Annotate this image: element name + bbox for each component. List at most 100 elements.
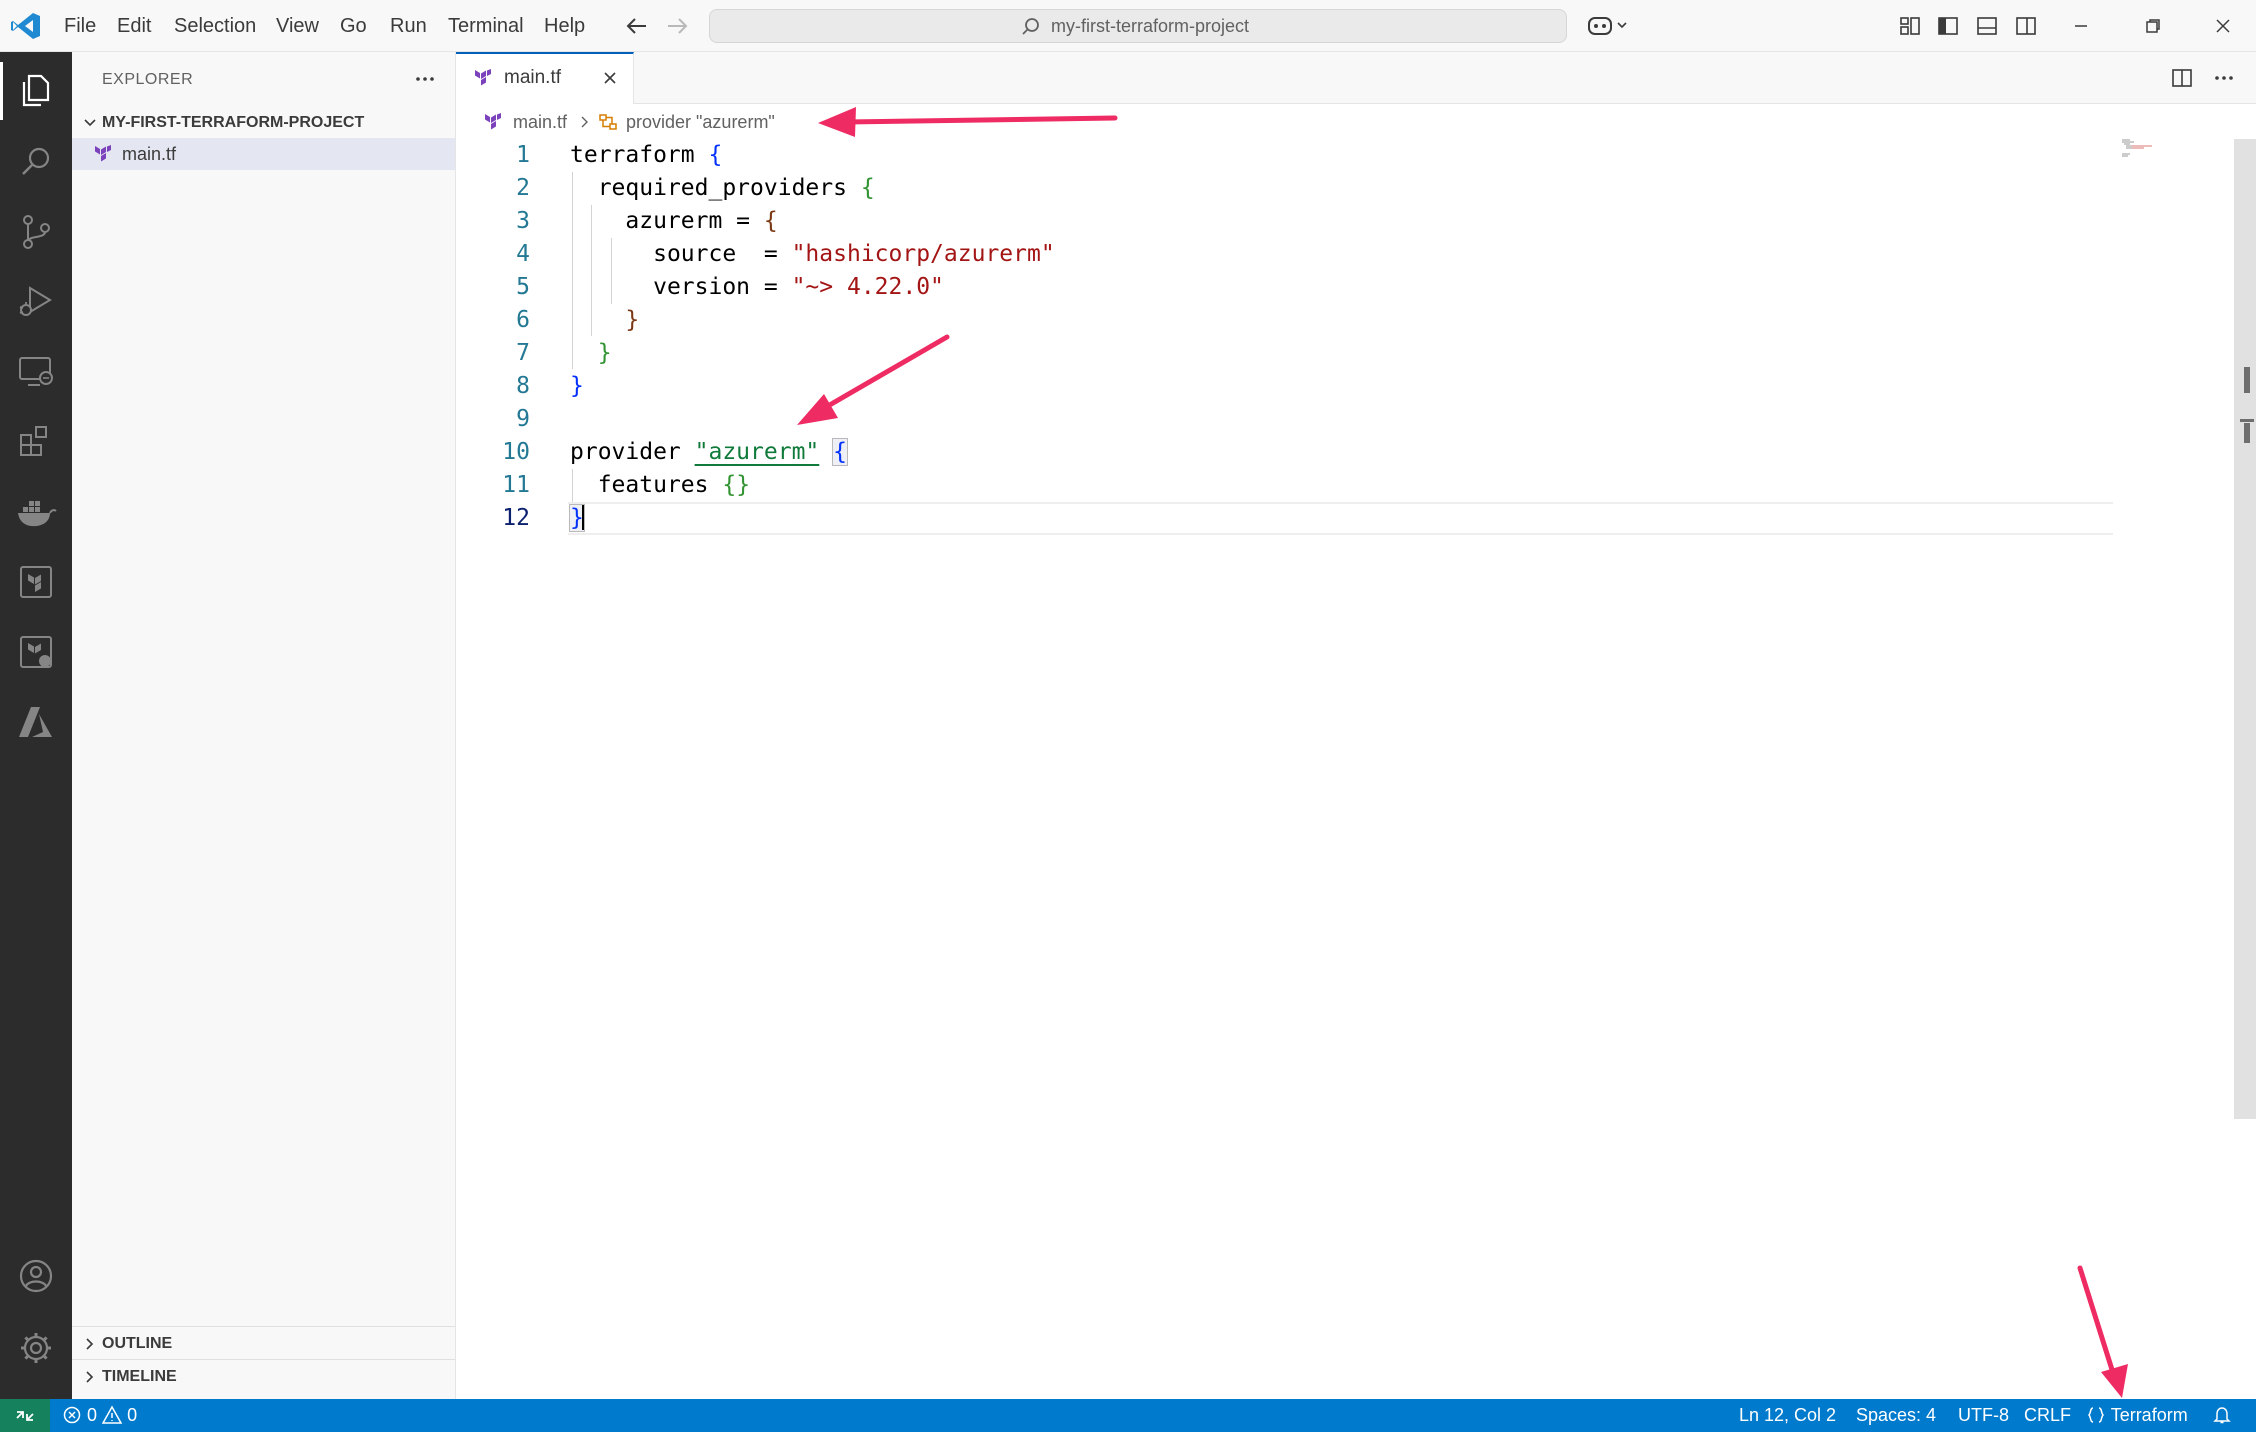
symbol-structure-icon bbox=[598, 112, 618, 132]
search-icon[interactable] bbox=[12, 138, 60, 186]
menu-terminal[interactable]: Terminal bbox=[448, 0, 524, 52]
explorer-sidebar: EXPLORER MY-FIRST-TERRAFORM-PROJECT main… bbox=[72, 52, 456, 1399]
terraform-cloud-icon[interactable] bbox=[12, 628, 60, 676]
encoding[interactable]: UTF-8 bbox=[1958, 1399, 2009, 1432]
run-debug-icon[interactable] bbox=[12, 278, 60, 326]
editor-tabs: main.tf bbox=[456, 52, 2256, 104]
azure-icon[interactable] bbox=[12, 698, 60, 746]
code-line: 4 source = "hashicorp/azurerm" bbox=[456, 238, 2116, 271]
toggle-primary-sidebar-icon[interactable] bbox=[1936, 14, 1960, 38]
close-icon[interactable] bbox=[600, 68, 620, 88]
code-line: 11 features {} bbox=[456, 469, 2116, 502]
tab-label: main.tf bbox=[504, 67, 562, 88]
line-number: 4 bbox=[516, 241, 530, 267]
chevron-down-icon bbox=[80, 113, 100, 133]
menu-view[interactable]: View bbox=[276, 0, 319, 52]
line-number: 2 bbox=[516, 175, 530, 201]
line-number: 7 bbox=[516, 340, 530, 366]
code-line: 1 terraform { bbox=[456, 139, 2116, 172]
text-cursor bbox=[581, 504, 584, 530]
timeline-section[interactable]: TIMELINE bbox=[72, 1359, 455, 1393]
chevron-right-icon bbox=[80, 1367, 100, 1387]
menu-help[interactable]: Help bbox=[544, 0, 585, 52]
line-number: 3 bbox=[516, 208, 530, 234]
minimap[interactable] bbox=[2120, 138, 2160, 160]
line-number: 1 bbox=[516, 142, 530, 168]
terraform-icon[interactable] bbox=[12, 558, 60, 606]
token-attribute: version bbox=[653, 274, 751, 300]
title-bar: File Edit Selection View Go Run Terminal… bbox=[0, 0, 2256, 52]
line-number: 8 bbox=[516, 373, 530, 399]
end-of-line[interactable]: CRLF bbox=[2024, 1399, 2071, 1432]
search-icon bbox=[1021, 17, 1041, 37]
language-mode[interactable]: Terraform bbox=[2086, 1399, 2188, 1432]
timeline-label: TIMELINE bbox=[102, 1368, 177, 1385]
docker-icon[interactable] bbox=[12, 488, 60, 536]
remote-indicator[interactable] bbox=[0, 1399, 50, 1432]
terraform-file-icon bbox=[94, 145, 112, 163]
menu-go[interactable]: Go bbox=[340, 0, 367, 52]
explorer-title: EXPLORER bbox=[102, 71, 194, 88]
back-arrow-icon[interactable] bbox=[622, 12, 652, 40]
folder-header[interactable]: MY-FIRST-TERRAFORM-PROJECT bbox=[72, 108, 455, 138]
token-string: "~> 4.22.0" bbox=[791, 274, 944, 300]
close-window-icon[interactable] bbox=[2210, 13, 2236, 39]
remote-explorer-icon[interactable] bbox=[12, 348, 60, 396]
toggle-panel-icon[interactable] bbox=[1975, 14, 1999, 38]
menu-file[interactable]: File bbox=[64, 0, 96, 52]
breadcrumb-file[interactable]: main.tf bbox=[513, 105, 567, 139]
code-line: 2 required_providers { bbox=[456, 172, 2116, 205]
file-label: main.tf bbox=[122, 144, 177, 164]
code-line: 12 } bbox=[456, 502, 2116, 535]
line-number: 9 bbox=[516, 406, 530, 432]
terraform-file-icon bbox=[484, 113, 502, 131]
file-item-main-tf[interactable]: main.tf bbox=[72, 138, 455, 170]
copilot-icon[interactable] bbox=[1586, 12, 1630, 40]
source-control-icon[interactable] bbox=[12, 208, 60, 256]
extensions-icon[interactable] bbox=[12, 418, 60, 466]
code-editor[interactable]: 1 terraform { 2 required_providers { 3 a… bbox=[456, 139, 2236, 1397]
line-number: 10 bbox=[502, 439, 530, 465]
outline-label: OUTLINE bbox=[102, 1335, 173, 1352]
cursor-position[interactable]: Ln 12, Col 2 bbox=[1739, 1399, 1836, 1432]
vertical-scrollbar[interactable] bbox=[2234, 139, 2256, 1119]
minimize-icon[interactable] bbox=[2068, 13, 2094, 39]
code-line: 5 version = "~> 4.22.0" bbox=[456, 271, 2116, 304]
more-actions-icon[interactable] bbox=[410, 64, 440, 94]
line-number: 12 bbox=[502, 505, 530, 531]
code-line: 8 } bbox=[456, 370, 2116, 403]
restore-icon[interactable] bbox=[2140, 13, 2166, 39]
token-string: "hashicorp/azurerm" bbox=[791, 241, 1055, 267]
menu-edit[interactable]: Edit bbox=[117, 0, 151, 52]
menu-selection[interactable]: Selection bbox=[174, 0, 256, 52]
language-label: Terraform bbox=[2110, 1405, 2188, 1425]
manage-gear-icon[interactable] bbox=[12, 1324, 60, 1372]
status-bar: 0 0 Ln 12, Col 2 Spaces: 4 UTF-8 CRLF Te… bbox=[0, 1399, 2256, 1432]
folder-label: MY-FIRST-TERRAFORM-PROJECT bbox=[102, 114, 365, 131]
accounts-icon[interactable] bbox=[12, 1252, 60, 1300]
indentation[interactable]: Spaces: 4 bbox=[1856, 1399, 1936, 1432]
more-actions-icon[interactable] bbox=[2212, 66, 2236, 90]
toggle-secondary-sidebar-icon[interactable] bbox=[2014, 14, 2038, 38]
breadcrumb-symbol[interactable]: provider "azurerm" bbox=[626, 105, 775, 139]
activity-bar bbox=[0, 52, 72, 1399]
braces-icon bbox=[2087, 1407, 2105, 1423]
split-editor-icon[interactable] bbox=[2170, 66, 2194, 90]
token-keyword: azurerm bbox=[625, 208, 723, 234]
notifications-bell-icon[interactable] bbox=[2212, 1399, 2232, 1432]
problems-indicator[interactable]: 0 0 bbox=[62, 1399, 137, 1432]
token-attribute: features bbox=[597, 472, 709, 498]
forward-arrow-icon[interactable] bbox=[662, 12, 692, 40]
token-keyword: provider bbox=[570, 439, 681, 465]
token-keyword: terraform bbox=[570, 142, 695, 168]
explorer-icon[interactable] bbox=[12, 66, 60, 114]
token-string: "azurerm" bbox=[694, 439, 820, 465]
terraform-file-icon bbox=[474, 69, 492, 87]
customize-layout-icon[interactable] bbox=[1898, 14, 1922, 38]
warning-count: 0 bbox=[127, 1405, 138, 1425]
outline-section[interactable]: OUTLINE bbox=[72, 1326, 455, 1360]
vscode-logo-icon bbox=[10, 11, 42, 41]
menu-run[interactable]: Run bbox=[390, 0, 427, 52]
command-center-search[interactable]: my-first-terraform-project bbox=[709, 9, 1567, 43]
tab-main-tf[interactable]: main.tf bbox=[456, 52, 634, 104]
